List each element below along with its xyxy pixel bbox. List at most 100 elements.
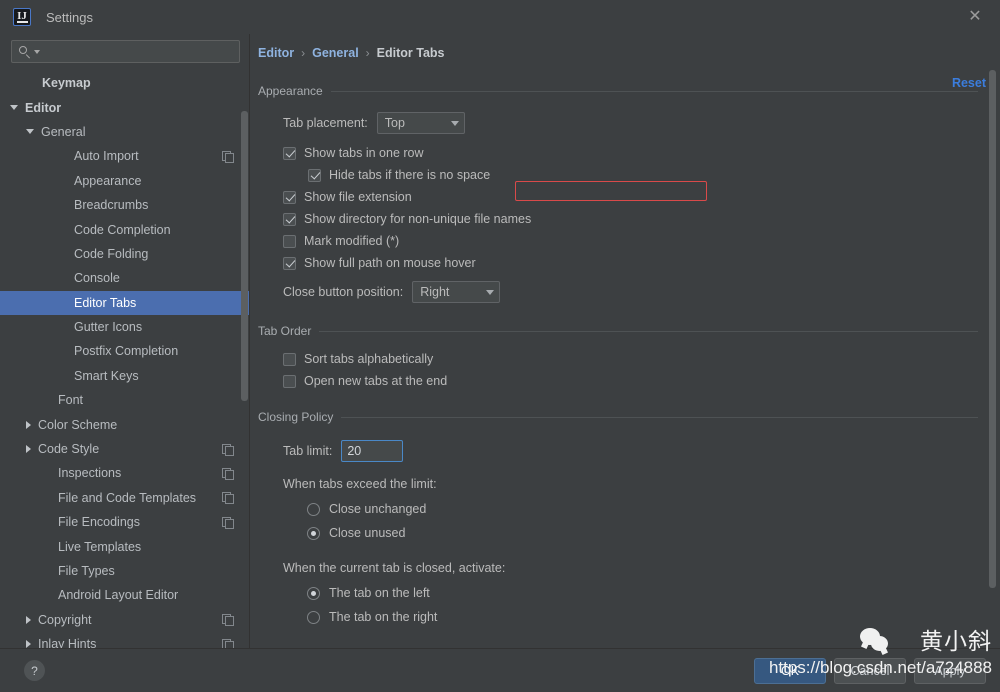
checkbox-checked-icon[interactable] xyxy=(283,146,296,160)
checkbox-open-new-tabs-at-the-end[interactable]: Open new tabs at the end xyxy=(283,370,978,392)
sidebar-item-live-templates[interactable]: Live Templates xyxy=(0,534,249,558)
sidebar-item-label: File Encodings xyxy=(58,515,140,530)
sidebar-item-font[interactable]: Font xyxy=(0,388,249,412)
chevron-right-icon[interactable] xyxy=(26,615,31,624)
sidebar-item-gutter-icons[interactable]: Gutter Icons xyxy=(0,315,249,339)
breadcrumb-item-0[interactable]: Editor xyxy=(258,46,294,60)
group-divider xyxy=(319,330,978,332)
chevron-down-icon[interactable] xyxy=(26,129,34,135)
tab-limit-label: Tab limit: xyxy=(283,444,333,458)
tab-limit-input[interactable] xyxy=(341,440,404,462)
sidebar-item-label: Gutter Icons xyxy=(74,320,143,335)
sidebar-item-label: Auto Import xyxy=(74,149,139,164)
chevron-right-icon[interactable] xyxy=(26,445,31,454)
breadcrumb-item-1[interactable]: General xyxy=(312,46,359,60)
sidebar-item-label: Copyright xyxy=(38,612,92,627)
sidebar-item-smart-keys[interactable]: Smart Keys xyxy=(0,364,249,388)
checkbox-label: Hide tabs if there is no space xyxy=(329,168,491,182)
radio-unselected-icon[interactable] xyxy=(307,610,320,624)
sidebar-item-file-encodings[interactable]: File Encodings xyxy=(0,510,249,534)
chevron-down-icon[interactable] xyxy=(34,49,40,54)
chevron-down-icon xyxy=(486,289,495,295)
chevron-down-icon[interactable] xyxy=(10,105,18,111)
radio-close-unchanged[interactable]: Close unchanged xyxy=(307,497,978,521)
radio-selected-icon[interactable] xyxy=(307,526,320,540)
checkbox-checked-icon[interactable] xyxy=(283,212,296,226)
checkbox-checked-icon[interactable] xyxy=(283,256,296,270)
breadcrumb-separator-1: › xyxy=(365,46,370,60)
checkbox-label: Show full path on mouse hover xyxy=(304,256,476,270)
sidebar-item-keymap[interactable]: Keymap xyxy=(0,71,249,95)
sidebar-item-inspections[interactable]: Inspections xyxy=(0,461,249,485)
help-button[interactable]: ? xyxy=(24,660,45,681)
chevron-down-icon xyxy=(450,120,459,126)
checkbox-sort-tabs-alphabetically[interactable]: Sort tabs alphabetically xyxy=(283,348,978,370)
sidebar-item-copyright[interactable]: Copyright xyxy=(0,608,249,632)
copy-settings-icon xyxy=(222,492,234,505)
checkbox-show-directory-for-non-unique-file-names[interactable]: Show directory for non-unique file names xyxy=(283,208,978,230)
search-container xyxy=(0,34,249,69)
sidebar-item-label: Breadcrumbs xyxy=(74,198,149,213)
close-button-position-select[interactable]: Right xyxy=(412,281,501,303)
checkbox-checked-icon[interactable] xyxy=(308,168,321,182)
sidebar-item-label: General xyxy=(41,124,86,139)
checkbox-unchecked-icon[interactable] xyxy=(283,374,296,388)
activate-label: When the current tab is closed, activate… xyxy=(283,561,506,575)
checkbox-label: Mark modified (*) xyxy=(304,234,400,248)
chevron-right-icon[interactable] xyxy=(26,420,31,429)
chevron-right-icon[interactable] xyxy=(26,640,31,648)
window-title: Settings xyxy=(46,9,93,25)
sidebar-item-label: Editor xyxy=(25,100,62,115)
sidebar-item-editor-tabs[interactable]: Editor Tabs xyxy=(0,290,249,315)
search-input[interactable] xyxy=(44,44,233,59)
sidebar-item-general[interactable]: General xyxy=(0,120,249,144)
group-divider xyxy=(330,90,978,92)
sidebar-item-auto-import[interactable]: Auto Import xyxy=(0,144,249,168)
checkbox-show-full-path-on-mouse-hover[interactable]: Show full path on mouse hover xyxy=(283,252,978,274)
sidebar-scrollbar[interactable] xyxy=(241,111,248,401)
checkbox-hide-tabs-if-there-is-no-space[interactable]: Hide tabs if there is no space xyxy=(308,164,978,186)
radio-close-unused[interactable]: Close unused xyxy=(307,521,978,545)
sidebar-item-color-scheme[interactable]: Color Scheme xyxy=(0,412,249,436)
radio-unselected-icon[interactable] xyxy=(307,502,320,516)
sidebar-item-label: Font xyxy=(58,393,84,408)
sidebar-item-label: Editor Tabs xyxy=(74,295,137,310)
checkbox-show-tabs-in-one-row[interactable]: Show tabs in one row xyxy=(283,142,978,164)
radio-the-tab-on-the-right[interactable]: The tab on the right xyxy=(307,605,978,629)
copy-settings-icon xyxy=(222,638,234,648)
sidebar-item-code-folding[interactable]: Code Folding xyxy=(0,242,249,266)
settings-tree[interactable]: Keymap Editor General Auto Import Appearance… xyxy=(0,69,249,648)
search-box[interactable] xyxy=(11,40,240,63)
tab-placement-select[interactable]: Top xyxy=(376,112,465,134)
sidebar-item-code-completion[interactable]: Code Completion xyxy=(0,217,249,241)
checkbox-mark-modified[interactable]: Mark modified (*) xyxy=(283,230,978,252)
sidebar-item-editor[interactable]: Editor xyxy=(0,95,249,119)
main-scrollbar[interactable] xyxy=(989,70,996,588)
copy-settings-icon xyxy=(222,467,234,480)
checkbox-unchecked-icon[interactable] xyxy=(283,234,296,248)
checkbox-label: Show file extension xyxy=(304,190,412,204)
sidebar-item-inlay-hints[interactable]: Inlay Hints xyxy=(0,632,249,648)
ok-button[interactable]: OK xyxy=(754,657,826,684)
radio-selected-icon[interactable] xyxy=(307,586,320,600)
checkbox-show-file-extension[interactable]: Show file extension xyxy=(283,186,978,208)
sidebar-item-file-and-code-templates[interactable]: File and Code Templates xyxy=(0,486,249,510)
checkbox-checked-icon[interactable] xyxy=(283,190,296,204)
sidebar-item-code-style[interactable]: Code Style xyxy=(0,437,249,461)
sidebar-item-appearance[interactable]: Appearance xyxy=(0,169,249,193)
radio-the-tab-on-the-left[interactable]: The tab on the left xyxy=(307,581,978,605)
apply-button[interactable]: Apply xyxy=(914,657,986,684)
close-icon[interactable]: ✕ xyxy=(962,6,988,28)
settings-window: IJ Settings ✕ Keymap Editor General Auto Im… xyxy=(0,0,1000,692)
sidebar-item-android-layout-editor[interactable]: Android Layout Editor xyxy=(0,583,249,607)
breadcrumb-item-2: Editor Tabs xyxy=(376,46,445,60)
settings-sidebar: Keymap Editor General Auto Import Appearance… xyxy=(0,34,250,648)
group-header-appearance: Appearance xyxy=(258,84,978,98)
checkbox-unchecked-icon[interactable] xyxy=(283,352,296,366)
sidebar-item-file-types[interactable]: File Types xyxy=(0,559,249,583)
radio-label: The tab on the right xyxy=(329,610,438,624)
cancel-button[interactable]: Cancel xyxy=(834,657,906,684)
sidebar-item-postfix-completion[interactable]: Postfix Completion xyxy=(0,339,249,363)
sidebar-item-console[interactable]: Console xyxy=(0,266,249,290)
sidebar-item-breadcrumbs[interactable]: Breadcrumbs xyxy=(0,193,249,217)
